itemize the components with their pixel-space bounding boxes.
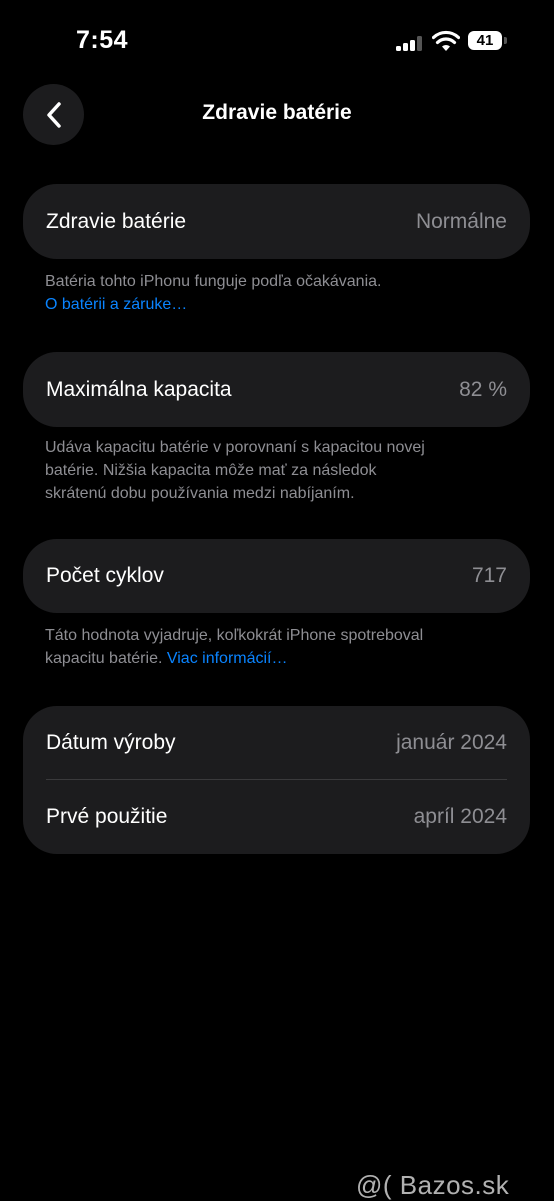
- max-capacity-footnote: Udáva kapacitu batérie v porovnaní s kap…: [45, 436, 515, 505]
- battery-health-row: Zdravie batérie Normálne: [46, 184, 507, 259]
- cycle-count-footnote-line: Táto hodnota vyjadruje, koľkokrát iPhone…: [45, 627, 424, 644]
- max-capacity-footnote-line: skrátenú dobu používania medzi nabíjaním…: [45, 485, 355, 502]
- max-capacity-value: 82 %: [459, 377, 507, 401]
- max-capacity-row: Maximálna kapacita 82 %: [46, 352, 507, 427]
- battery-health-footnote-text: Batéria tohto iPhonu funguje podľa očaká…: [45, 273, 382, 290]
- page-title: Zdravie batérie: [202, 101, 352, 124]
- battery-health-card: Zdravie batérie Normálne: [23, 184, 530, 259]
- dates-card: Dátum výroby január 2024 Prvé použitie a…: [23, 706, 530, 854]
- first-use-value: apríl 2024: [413, 805, 507, 828]
- cellular-signal-icon: [396, 35, 424, 51]
- cycle-count-label: Počet cyklov: [46, 564, 164, 587]
- max-capacity-card: Maximálna kapacita 82 %: [23, 352, 530, 427]
- warranty-link[interactable]: O batérii a záruke…: [45, 293, 515, 316]
- manufacture-date-value: január 2024: [396, 730, 507, 754]
- cycle-count-row: Počet cyklov 717: [46, 539, 507, 613]
- status-time: 7:54: [76, 26, 129, 54]
- battery-tip: [504, 37, 507, 44]
- cycle-count-footnote-text: kapacitu batérie.: [45, 650, 163, 667]
- first-use-label: Prvé použitie: [46, 805, 168, 828]
- first-use-row: Prvé použitie apríl 2024: [46, 780, 507, 854]
- battery-health-footnote: Batéria tohto iPhonu funguje podľa očaká…: [45, 270, 515, 316]
- max-capacity-label: Maximálna kapacita: [46, 377, 232, 401]
- more-info-link[interactable]: Viac informácií…: [167, 650, 288, 667]
- battery-icon: 41: [468, 31, 502, 50]
- manufacture-date-row: Dátum výroby január 2024: [46, 706, 507, 779]
- max-capacity-footnote-line: batérie. Nižšia kapacita môže mať za nás…: [45, 462, 377, 479]
- manufacture-date-label: Dátum výroby: [46, 730, 176, 754]
- battery-health-value: Normálne: [415, 209, 507, 233]
- battery-health-label: Zdravie batérie: [46, 209, 187, 233]
- wifi-icon: [432, 30, 460, 51]
- cycle-count-value: 717: [471, 564, 507, 587]
- status-bar: 7:54 41: [0, 0, 554, 84]
- cycle-count-footnote-line: kapacitu batérie. Viac informácií…: [45, 647, 515, 670]
- watermark: @( Bazos.sk: [356, 1170, 510, 1200]
- cycle-count-card: Počet cyklov 717: [23, 539, 530, 613]
- max-capacity-footnote-line: Udáva kapacitu batérie v porovnaní s kap…: [45, 439, 425, 456]
- cycle-count-footnote: Táto hodnota vyjadruje, koľkokrát iPhone…: [45, 624, 515, 670]
